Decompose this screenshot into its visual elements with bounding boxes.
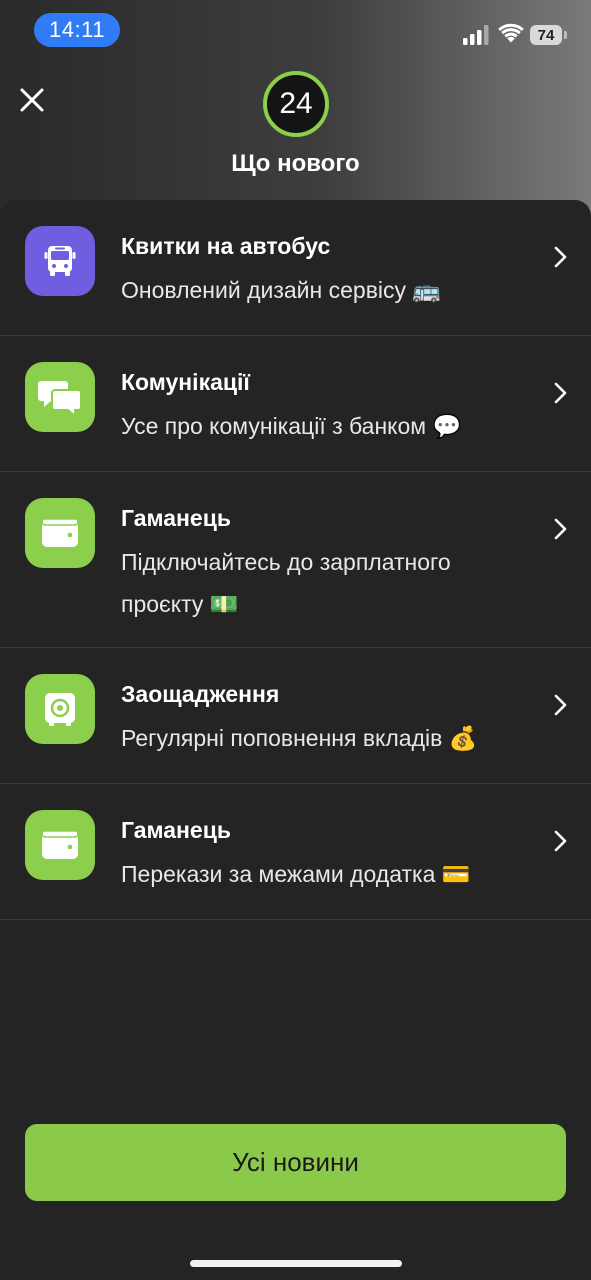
news-item-description: Перекази за межами додатка 💳 bbox=[121, 861, 471, 887]
news-item-description: Усе про комунікації з банком 💬 bbox=[121, 413, 462, 439]
status-time: 14:11 bbox=[34, 13, 120, 47]
news-item-title: Гаманець bbox=[121, 505, 231, 531]
cellular-signal-icon bbox=[463, 25, 489, 45]
news-item-description: Підключайтесь до зарплатного проєкту 💵 bbox=[121, 549, 451, 617]
wallet-icon bbox=[25, 498, 95, 568]
whats-new-screen: 14:11 74 24 Що нового Квитки на автобус … bbox=[0, 0, 591, 1280]
battery-tip bbox=[564, 31, 567, 39]
news-list: Квитки на автобус Оновлений дизайн серві… bbox=[0, 200, 591, 920]
wallet-icon bbox=[25, 810, 95, 880]
bus-icon bbox=[25, 226, 95, 296]
news-item-description: Регулярні поповнення вкладів 💰 bbox=[121, 725, 478, 751]
news-item-title: Комунікації bbox=[121, 369, 250, 395]
chevron-right-icon bbox=[554, 518, 567, 540]
close-icon bbox=[20, 88, 44, 112]
safe-icon bbox=[25, 674, 95, 744]
all-news-button[interactable]: Усі новини bbox=[25, 1124, 566, 1201]
battery-indicator: 74 bbox=[530, 25, 567, 45]
news-item-title: Гаманець bbox=[121, 817, 231, 843]
news-item-bus-tickets[interactable]: Квитки на автобус Оновлений дизайн серві… bbox=[0, 200, 591, 336]
status-bar: 14:11 74 bbox=[0, 0, 591, 62]
news-item-communications[interactable]: Комунікації Усе про комунікації з банком… bbox=[0, 336, 591, 472]
page-title: Що нового bbox=[231, 150, 360, 177]
chevron-right-icon bbox=[554, 830, 567, 852]
close-button[interactable] bbox=[14, 82, 50, 118]
home-indicator[interactable] bbox=[190, 1260, 402, 1267]
news-item-wallet-salary[interactable]: Гаманець Підключайтесь до зарплатного пр… bbox=[0, 472, 591, 648]
news-item-wallet-transfers[interactable]: Гаманець Перекази за межами додатка 💳 bbox=[0, 784, 591, 920]
chevron-right-icon bbox=[554, 382, 567, 404]
chevron-right-icon bbox=[554, 246, 567, 268]
news-sheet: Квитки на автобус Оновлений дизайн серві… bbox=[0, 200, 591, 1280]
news-item-description: Оновлений дизайн сервісу 🚌 bbox=[121, 277, 442, 303]
battery-level: 74 bbox=[530, 25, 562, 45]
news-count-badge: 24 bbox=[263, 71, 329, 137]
news-item-savings[interactable]: Заощадження Регулярні поповнення вкладів… bbox=[0, 648, 591, 784]
chevron-right-icon bbox=[554, 694, 567, 716]
chat-bubbles-icon bbox=[25, 362, 95, 432]
news-item-title: Квитки на автобус bbox=[121, 233, 331, 259]
news-item-title: Заощадження bbox=[121, 681, 280, 707]
wifi-icon bbox=[498, 23, 524, 43]
